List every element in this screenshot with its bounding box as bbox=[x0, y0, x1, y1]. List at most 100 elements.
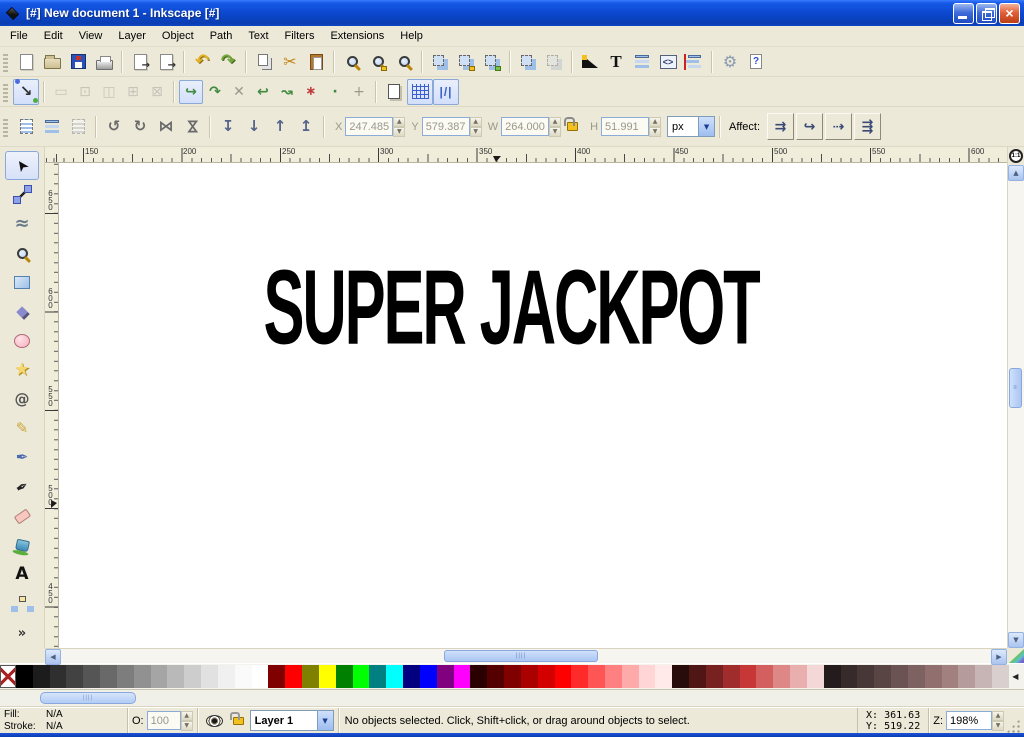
palette-swatch[interactable] bbox=[908, 665, 925, 688]
palette-swatch[interactable] bbox=[235, 665, 252, 688]
horizontal-scroll-thumb[interactable]: |||| bbox=[444, 650, 598, 662]
palette-swatch[interactable] bbox=[252, 665, 269, 688]
tool-star[interactable]: ★ bbox=[5, 356, 39, 385]
menu-file[interactable]: File bbox=[2, 27, 36, 45]
lock-width-height-icon[interactable] bbox=[567, 122, 578, 131]
undo-button[interactable]: ↶ bbox=[189, 49, 215, 75]
zoom-to-selection-button[interactable] bbox=[339, 49, 365, 75]
palette-swatch[interactable] bbox=[151, 665, 168, 688]
palette-swatch[interactable] bbox=[454, 665, 471, 688]
snap-object-centers-button[interactable]: ∙ bbox=[323, 80, 347, 104]
save-document-button[interactable] bbox=[65, 49, 91, 75]
minimize-button[interactable] bbox=[953, 3, 974, 24]
tool-eraser[interactable] bbox=[5, 502, 39, 531]
ungroup-button[interactable] bbox=[541, 49, 567, 75]
palette-swatch[interactable] bbox=[83, 665, 100, 688]
menu-edit[interactable]: Edit bbox=[36, 27, 71, 45]
snap-rotation-centers-button[interactable]: + bbox=[347, 80, 371, 104]
h-field[interactable]: 51.991 bbox=[601, 117, 649, 136]
palette-swatch[interactable] bbox=[100, 665, 117, 688]
vertical-ruler[interactable]: 650600550500450 bbox=[45, 163, 59, 648]
group-button[interactable] bbox=[515, 49, 541, 75]
palette-swatch[interactable] bbox=[487, 665, 504, 688]
palette-swatch[interactable] bbox=[538, 665, 555, 688]
palette-swatch[interactable] bbox=[874, 665, 891, 688]
tool-text[interactable]: A bbox=[5, 560, 39, 589]
tool-selector[interactable]: ➤ bbox=[5, 151, 39, 180]
palette-swatch[interactable] bbox=[740, 665, 757, 688]
fill-stroke-indicator[interactable]: Fill: Stroke: N/A N/A bbox=[0, 708, 128, 733]
snap-guides-button[interactable]: |/| bbox=[433, 79, 459, 105]
tool-spiral[interactable]: @ bbox=[5, 385, 39, 414]
preferences-button[interactable]: ⚙ bbox=[717, 49, 743, 75]
palette-swatch[interactable] bbox=[790, 665, 807, 688]
palette-swatch[interactable] bbox=[16, 665, 33, 688]
snap-smooth-nodes-button[interactable]: ↝ bbox=[275, 80, 299, 104]
palette-swatch[interactable] bbox=[571, 665, 588, 688]
x-field[interactable]: 247.485 bbox=[345, 117, 393, 136]
palette-swatch[interactable] bbox=[403, 665, 420, 688]
unlink-clone-button[interactable] bbox=[479, 49, 505, 75]
select-all-button[interactable] bbox=[13, 114, 39, 140]
palette-swatch[interactable] bbox=[353, 665, 370, 688]
deselect-button[interactable] bbox=[65, 114, 91, 140]
snap-bounding-box-button[interactable]: ▭ bbox=[49, 80, 73, 104]
snap-bbox-centers-button[interactable]: ⊠ bbox=[145, 80, 169, 104]
create-clone-button[interactable] bbox=[453, 49, 479, 75]
tool-zoom[interactable] bbox=[5, 239, 39, 268]
palette-swatch[interactable] bbox=[655, 665, 672, 688]
raise-to-top-button[interactable]: ↥ bbox=[293, 114, 319, 140]
opacity-field[interactable]: 100 bbox=[147, 711, 181, 730]
h-spinner[interactable]: ▲▼ bbox=[649, 117, 661, 136]
rotate-90-cw-button[interactable]: ↻ bbox=[127, 114, 153, 140]
palette-swatch[interactable] bbox=[184, 665, 201, 688]
snap-bbox-edges-button[interactable]: ⊡ bbox=[73, 80, 97, 104]
vertical-scroll-thumb[interactable]: ≡ bbox=[1009, 368, 1022, 408]
palette-scrollbar[interactable]: |||| bbox=[0, 690, 1024, 707]
palette-swatch[interactable] bbox=[420, 665, 437, 688]
snap-bbox-corners-button[interactable]: ◫ bbox=[97, 80, 121, 104]
vertical-scroll-track[interactable]: ≡ bbox=[1008, 181, 1024, 632]
align-distribute-button[interactable] bbox=[681, 49, 707, 75]
resize-grip[interactable] bbox=[1006, 719, 1020, 733]
zoom-field[interactable]: 198% bbox=[946, 711, 992, 730]
canvas-viewport[interactable]: SUPER JACKPOT bbox=[59, 163, 1007, 648]
palette-swatch[interactable] bbox=[117, 665, 134, 688]
new-document-button[interactable] bbox=[13, 49, 39, 75]
tool-paint-bucket[interactable] bbox=[5, 531, 39, 560]
menu-text[interactable]: Text bbox=[240, 27, 276, 45]
raise-button[interactable]: ↑ bbox=[267, 114, 293, 140]
palette-swatch[interactable] bbox=[622, 665, 639, 688]
import-button[interactable]: → bbox=[127, 49, 153, 75]
palette-swatch[interactable] bbox=[639, 665, 656, 688]
layer-lock-icon[interactable] bbox=[233, 717, 244, 725]
y-spinner[interactable]: ▲▼ bbox=[470, 117, 482, 136]
palette-swatch[interactable] bbox=[555, 665, 572, 688]
palette-swatch[interactable] bbox=[167, 665, 184, 688]
palette-swatch[interactable] bbox=[891, 665, 908, 688]
print-button[interactable] bbox=[91, 49, 117, 75]
palette-swatch[interactable] bbox=[319, 665, 336, 688]
palette-swatch[interactable] bbox=[672, 665, 689, 688]
snap-line-midpoints-button[interactable]: ∗ bbox=[299, 80, 323, 104]
w-field[interactable]: 264.000 bbox=[501, 117, 549, 136]
palette-swatch[interactable] bbox=[336, 665, 353, 688]
x-spinner[interactable]: ▲▼ bbox=[393, 117, 405, 136]
document-properties-button[interactable]: ? bbox=[743, 49, 769, 75]
scroll-up-button[interactable]: ▲ bbox=[1008, 165, 1024, 181]
palette-swatch[interactable] bbox=[33, 665, 50, 688]
menu-view[interactable]: View bbox=[71, 27, 111, 45]
palette-swatch[interactable] bbox=[50, 665, 67, 688]
palette-swatch[interactable] bbox=[958, 665, 975, 688]
scroll-down-button[interactable]: ▼ bbox=[1008, 632, 1024, 648]
tool-rectangle[interactable] bbox=[5, 268, 39, 297]
palette-swatch[interactable] bbox=[942, 665, 959, 688]
palette-swatch[interactable] bbox=[773, 665, 790, 688]
zoom-to-page-button[interactable] bbox=[391, 49, 417, 75]
snap-grid-button[interactable] bbox=[407, 79, 433, 105]
palette-swatch[interactable] bbox=[470, 665, 487, 688]
layer-visibility-eye-icon[interactable] bbox=[206, 715, 223, 727]
scale-stroke-toggle[interactable]: ⇉ bbox=[767, 113, 794, 140]
palette-swatch[interactable] bbox=[285, 665, 302, 688]
text-dialog-button[interactable]: T bbox=[603, 49, 629, 75]
